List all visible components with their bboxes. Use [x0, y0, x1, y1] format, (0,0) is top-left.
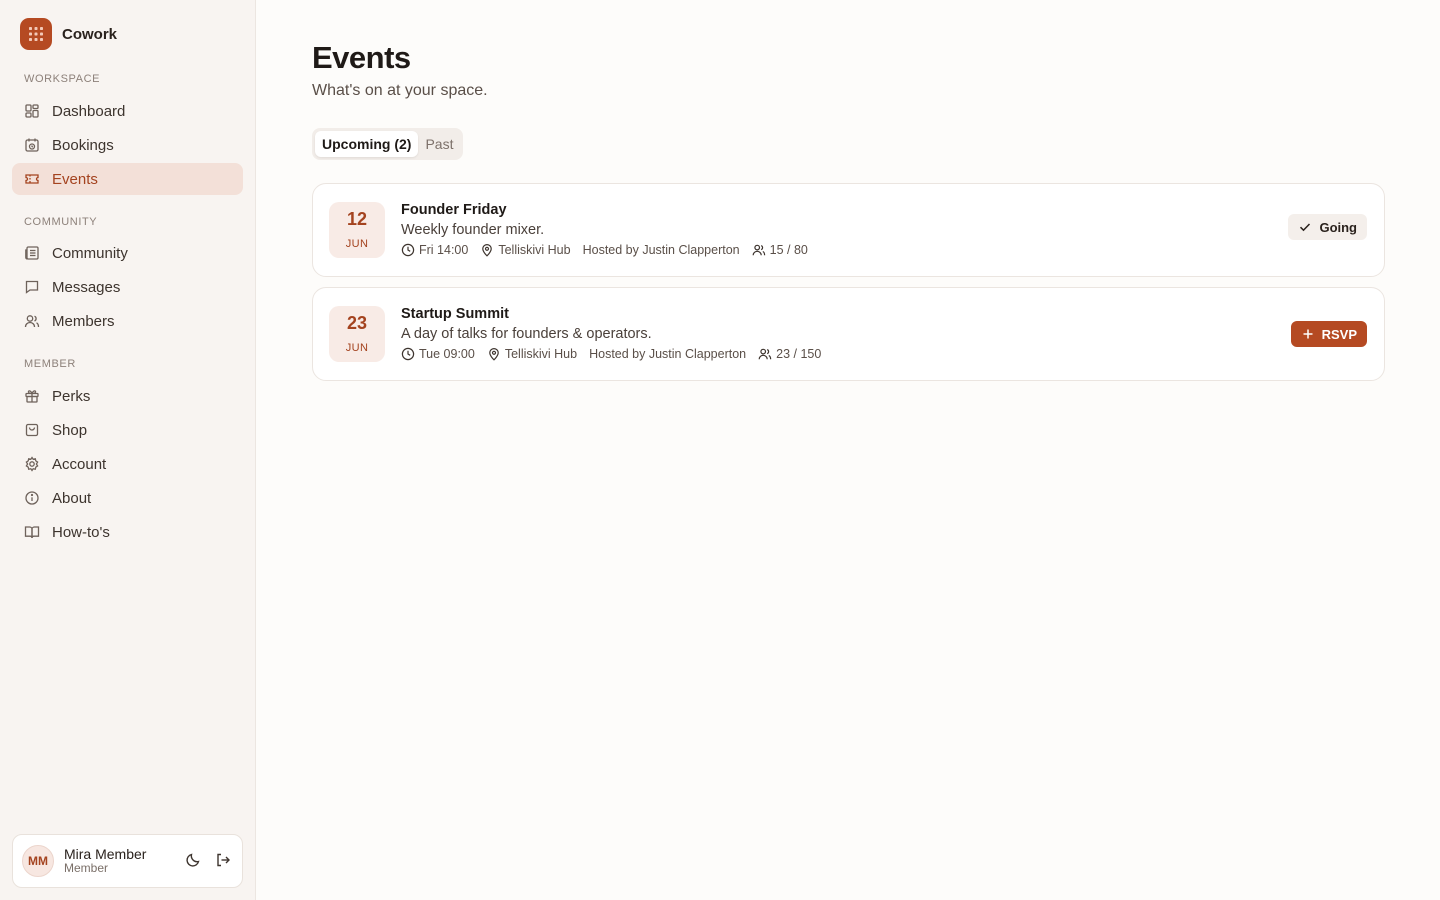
users-icon [752, 243, 766, 257]
sidebar: Cowork Workspace Dashboard Bookings Even… [0, 0, 256, 900]
going-button-label: Going [1319, 219, 1357, 235]
sidebar-item-label: How-to's [52, 523, 110, 541]
clock-icon [401, 347, 415, 361]
event-description: A day of talks for founders & operators. [401, 326, 652, 342]
event-tabs: Upcoming (2) Past [312, 128, 464, 160]
sidebar-item-shop[interactable]: Shop [12, 414, 243, 446]
event-month: JUN [345, 341, 369, 354]
clock-icon [401, 243, 415, 257]
moon-icon[interactable] [184, 851, 202, 869]
book-icon [24, 524, 40, 540]
user-name: Mira Member [64, 846, 147, 863]
event-month: JUN [345, 237, 369, 250]
event-location-text: Telliskivi Hub [504, 347, 578, 361]
event-title: Founder Friday [401, 202, 507, 218]
event-attendance: 23 / 150 [758, 347, 821, 361]
event-title: Startup Summit [401, 306, 509, 322]
sidebar-item-label: Account [52, 455, 107, 473]
check-icon [1298, 220, 1312, 234]
newspaper-icon [24, 245, 40, 261]
page-subtitle: What's on at your space. [312, 82, 488, 99]
sidebar-item-community[interactable]: Community [12, 237, 243, 269]
gear-icon [24, 456, 40, 472]
grid-dots-icon [20, 18, 52, 50]
avatar: MM [22, 845, 54, 877]
rsvp-button[interactable]: RSVP [1290, 321, 1367, 347]
sidebar-item-perks[interactable]: Perks [12, 380, 243, 412]
tab-upcoming[interactable]: Upcoming (2) [315, 131, 419, 157]
event-attendance: 15 / 80 [752, 243, 808, 257]
sidebar-item-label: Community [52, 244, 128, 262]
page-title: Events [312, 40, 411, 75]
user-card[interactable]: MM Mira Member Member [12, 834, 243, 888]
sidebar-item-how-tos[interactable]: How-to's [12, 516, 243, 548]
user-actions [184, 851, 232, 869]
event-day: 23 [346, 313, 368, 334]
users-icon [24, 313, 40, 329]
sidebar-item-label: Shop [52, 421, 88, 439]
event-time-text: Fri 14:00 [419, 243, 469, 257]
event-description: Weekly founder mixer. [401, 222, 545, 238]
section-label-workspace: Workspace [24, 73, 101, 85]
shopping-bag-icon [24, 422, 40, 438]
sidebar-item-dashboard[interactable]: Dashboard [12, 95, 243, 127]
event-time: Tue 09:00 [401, 347, 475, 361]
ticket-icon [24, 171, 40, 187]
event-card-startup-summit[interactable]: 23 JUN Startup Summit A day of talks for… [312, 287, 1385, 381]
brand-name: Cowork [62, 25, 118, 43]
event-time-text: Tue 09:00 [419, 347, 475, 361]
sidebar-item-label: Perks [52, 387, 91, 405]
user-role: Member [64, 861, 109, 876]
sidebar-item-account[interactable]: Account [12, 448, 243, 480]
event-info: Founder Friday Weekly founder mixer. Fri… [401, 202, 820, 257]
event-card-founder-friday[interactable]: 12 JUN Founder Friday Weekly founder mix… [312, 183, 1385, 277]
sidebar-item-bookings[interactable]: Bookings [12, 129, 243, 161]
sidebar-item-label: About [52, 489, 92, 507]
event-date: 23 JUN [329, 306, 385, 362]
map-pin-icon [487, 347, 501, 361]
event-meta: Fri 14:00 Telliskivi Hub Hosted by Justi… [401, 243, 820, 257]
user-text: Mira Member Member [64, 846, 146, 876]
plus-icon [1301, 327, 1315, 341]
sidebar-item-label: Dashboard [52, 102, 126, 120]
event-meta: Tue 09:00 Telliskivi Hub Hosted by Justi… [401, 347, 833, 361]
gift-icon [24, 388, 40, 404]
brand[interactable]: Cowork [20, 18, 117, 50]
tab-past[interactable]: Past [418, 131, 460, 157]
event-location: Telliskivi Hub [487, 347, 577, 361]
event-day: 12 [346, 209, 368, 230]
calendar-clock-icon [24, 137, 40, 153]
event-host: Hosted by Justin Clapperton [582, 243, 740, 257]
rsvp-button-label: RSVP [1321, 326, 1357, 342]
logout-icon[interactable] [214, 851, 232, 869]
going-button[interactable]: Going [1288, 214, 1367, 240]
sidebar-item-messages[interactable]: Messages [12, 271, 243, 303]
users-icon [758, 347, 772, 361]
sidebar-item-label: Events [52, 170, 98, 188]
sidebar-item-label: Messages [52, 278, 121, 296]
event-attendance-text: 23 / 150 [776, 347, 822, 361]
message-icon [24, 279, 40, 295]
sidebar-item-about[interactable]: About [12, 482, 243, 514]
event-info: Startup Summit A day of talks for founde… [401, 306, 833, 361]
section-label-community: Community [24, 216, 98, 228]
sidebar-item-members[interactable]: Members [12, 305, 243, 337]
event-location-text: Telliskivi Hub [498, 243, 571, 257]
section-label-member: Member [24, 358, 76, 370]
sidebar-item-events[interactable]: Events [12, 163, 243, 195]
event-location: Telliskivi Hub [480, 243, 571, 257]
map-pin-icon [480, 243, 494, 257]
event-host: Hosted by Justin Clapperton [589, 347, 747, 361]
sidebar-item-label: Members [52, 312, 115, 330]
event-attendance-text: 15 / 80 [769, 243, 808, 257]
event-time: Fri 14:00 [401, 243, 468, 257]
event-date: 12 JUN [329, 202, 385, 258]
dashboard-icon [24, 103, 40, 119]
info-icon [24, 490, 40, 506]
sidebar-item-label: Bookings [52, 136, 114, 154]
